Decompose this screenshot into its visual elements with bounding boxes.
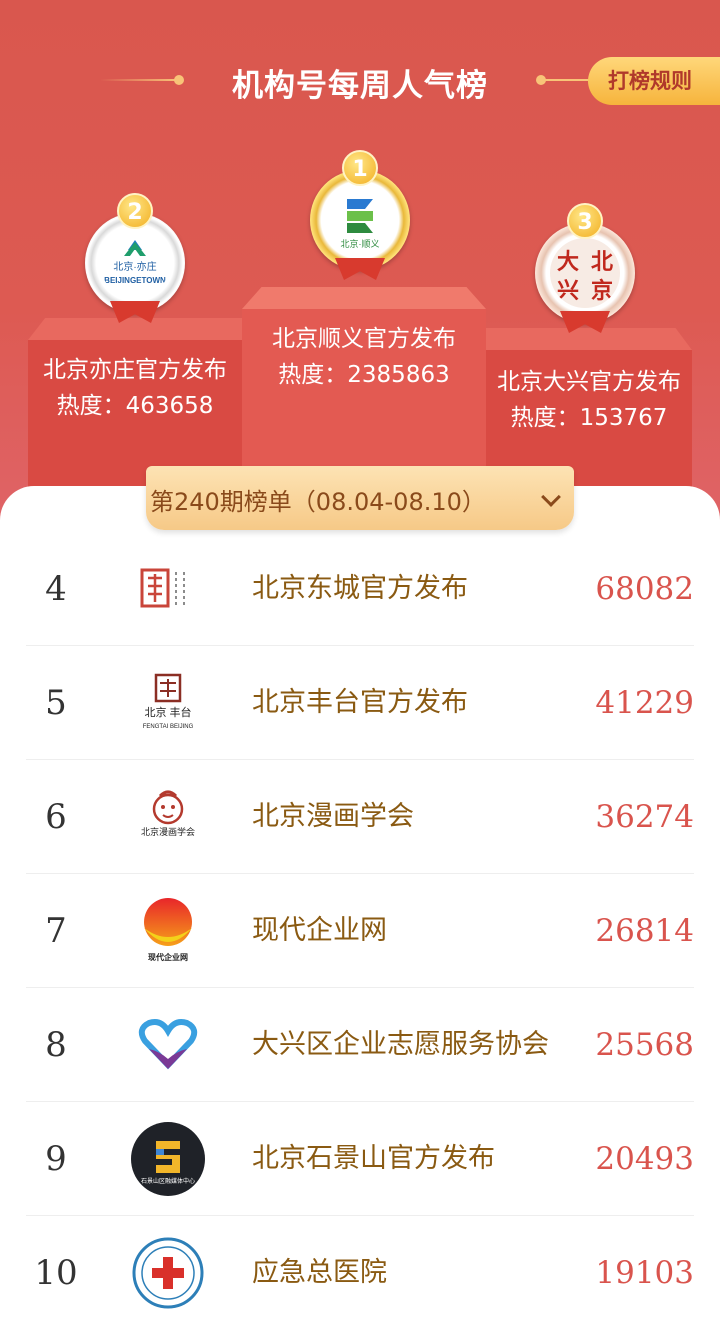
- medal-ribbon: [110, 301, 160, 323]
- medal-ribbon: [560, 311, 610, 333]
- medal-rank-3[interactable]: 大 北 兴 京 3: [530, 203, 640, 343]
- rank-name: 北京石景山官方发布: [252, 1143, 495, 1174]
- ranking-row[interactable]: 9 石景山区融媒体中心 北京石景山官方发布 20493: [26, 1102, 694, 1216]
- rank-number: 4: [45, 569, 67, 609]
- rank-name: 北京漫画学会: [252, 801, 414, 832]
- rank-number: 6: [45, 797, 67, 837]
- rank-heat: 36274: [595, 799, 694, 835]
- rank-number: 9: [45, 1139, 67, 1179]
- ranking-row[interactable]: 10 应急总医院 19103: [26, 1216, 694, 1330]
- medal-rank-2[interactable]: 北京·亦庄 BEIJINGETOWN 2: [80, 193, 190, 333]
- podium-name: 北京顺义官方发布: [272, 326, 456, 352]
- volunteer-heart-logo: [130, 1007, 206, 1083]
- podium-cap: [242, 287, 486, 309]
- fengtai-logo-subtext: FENGTAI BEIJING: [143, 724, 194, 730]
- rank-number: 8: [45, 1025, 67, 1065]
- shijingshan-logo-text: 石景山区融媒体中心: [141, 1177, 195, 1185]
- yizhuang-logo-subtext: BEIJINGETOWN: [104, 276, 166, 285]
- podium-heat: 热度：2385863: [278, 362, 450, 388]
- ranking-list: 4 北京东城官方发布 68082 5 北京 丰台 FENGTAI BEIJING…: [0, 486, 720, 1338]
- podium-name: 北京大兴官方发布: [497, 369, 681, 395]
- ranking-row[interactable]: 4 北京东城官方发布 68082: [26, 532, 694, 646]
- title-decor-line-right: [542, 79, 590, 81]
- modern-enterprise-logo: 现代企业网: [130, 893, 206, 969]
- ranking-row[interactable]: 8 大兴区企业志愿服务协会 25568: [26, 988, 694, 1102]
- modern-enterprise-logo-text: 现代企业网: [148, 952, 188, 962]
- shunyi-logo-text: 北京·顺义: [341, 238, 380, 249]
- rank-badge-3: 3: [567, 203, 603, 239]
- podium-name: 北京亦庄官方发布: [43, 357, 227, 383]
- cartoon-society-logo: 北京漫画学会: [130, 779, 206, 855]
- rank-name: 北京丰台官方发布: [252, 687, 468, 718]
- rank-heat: 68082: [595, 571, 694, 607]
- chevron-down-icon[interactable]: [541, 487, 561, 507]
- medal-ribbon: [335, 258, 385, 280]
- podium-heat: 热度：153767: [510, 405, 668, 431]
- rank-heat: 41229: [595, 685, 694, 721]
- ranking-row[interactable]: 5 北京 丰台 FENGTAI BEIJING 北京丰台官方发布 41229: [26, 646, 694, 760]
- cartoon-society-logo-text: 北京漫画学会: [141, 826, 195, 837]
- period-selector[interactable]: 第240期榜单（08.04-08.10）: [146, 466, 574, 530]
- rules-button[interactable]: 打榜规则: [588, 57, 720, 105]
- fengtai-logo: 北京 丰台 FENGTAI BEIJING: [130, 665, 206, 741]
- rank-heat: 19103: [595, 1255, 694, 1291]
- daxing-logo-char: 大: [557, 249, 579, 274]
- rank-number: 10: [34, 1253, 78, 1293]
- fengtai-logo-text: 北京 丰台: [144, 705, 191, 719]
- rank-heat: 26814: [595, 913, 694, 949]
- rank-name: 大兴区企业志愿服务协会: [252, 1029, 549, 1060]
- daxing-logo: 大 北 兴 京: [550, 238, 620, 308]
- rank-name: 现代企业网: [252, 915, 387, 946]
- rank-number: 5: [45, 683, 67, 723]
- yizhuang-logo: 北京·亦庄 BEIJINGETOWN: [100, 228, 170, 298]
- rank-name: 北京东城官方发布: [252, 573, 468, 604]
- medal-rank-1[interactable]: 北京·顺义 1: [305, 150, 415, 290]
- rank-heat: 25568: [595, 1027, 694, 1063]
- podium-heat: 热度：463658: [56, 393, 214, 419]
- yizhuang-logo-text: 北京·亦庄: [113, 260, 156, 273]
- rank-name: 应急总医院: [252, 1257, 387, 1288]
- ranking-row[interactable]: 6 北京漫画学会 北京漫画学会 36274: [26, 760, 694, 874]
- dongcheng-logo: [130, 551, 206, 627]
- rank-heat: 20493: [595, 1141, 694, 1177]
- rank-number: 7: [45, 911, 67, 951]
- rank-badge-1: 1: [342, 150, 378, 186]
- ranking-row[interactable]: 7 现代企业网 现代企业网 26814: [26, 874, 694, 988]
- daxing-logo-char: 北: [591, 249, 613, 274]
- shunyi-logo: 北京·顺义: [325, 185, 395, 255]
- shijingshan-logo: 石景山区融媒体中心: [130, 1121, 206, 1197]
- hospital-logo: [130, 1235, 206, 1311]
- rank-badge-2: 2: [117, 193, 153, 229]
- period-label: 第240期榜单（08.04-08.10）: [150, 488, 486, 516]
